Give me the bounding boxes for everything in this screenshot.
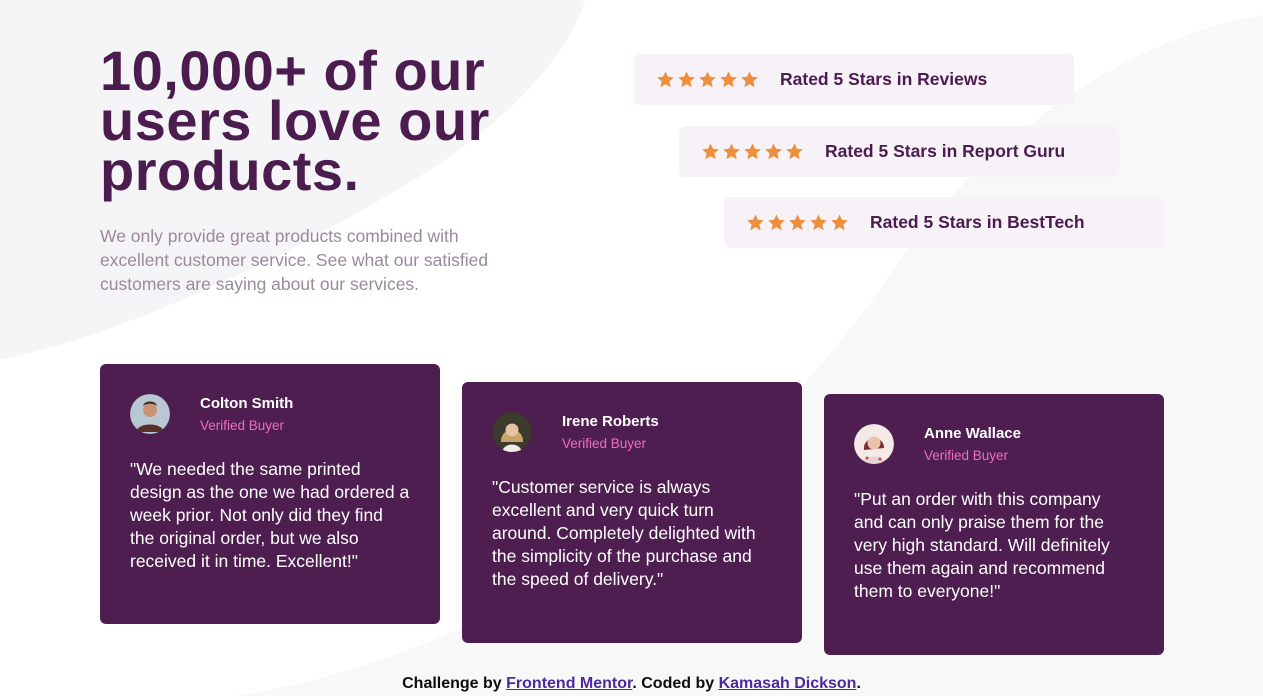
footer-prefix: Challenge by (402, 675, 507, 692)
rating-besttech: Rated 5 Stars in BestTech (724, 197, 1164, 248)
rating-reviews: Rated 5 Stars in Reviews (634, 54, 1074, 105)
star-icon (810, 214, 827, 231)
star-rating (657, 71, 758, 88)
testimonial-card-anne: Anne Wallace Verified Buyer "Put an orde… (824, 394, 1164, 655)
testimonial-quote: "Customer service is always excellent an… (492, 477, 756, 589)
testimonial-card-irene: Irene Roberts Verified Buyer "Customer s… (462, 382, 802, 643)
star-icon (657, 71, 674, 88)
star-icon (720, 71, 737, 88)
rating-report-guru: Rated 5 Stars in Report Guru (679, 126, 1119, 177)
footer-middle: . Coded by (632, 675, 719, 692)
rating-label: Rated 5 Stars in Report Guru (825, 141, 1066, 161)
author-link[interactable]: Kamasah Dickson (719, 675, 857, 692)
star-icon (741, 71, 758, 88)
attribution-footer: Challenge by Frontend Mentor. Coded by K… (0, 675, 1263, 693)
frontend-mentor-link[interactable]: Frontend Mentor (506, 675, 632, 692)
star-icon (678, 71, 695, 88)
star-rating (702, 143, 803, 160)
star-rating (747, 214, 848, 231)
testimonial-card-colton: Colton Smith Verified Buyer "We needed t… (100, 364, 440, 624)
page-title: 10,000+ of our users love our products. (100, 39, 490, 202)
star-icon (702, 143, 719, 160)
avatar-icon (130, 394, 170, 434)
avatar-icon (854, 424, 894, 464)
star-icon (744, 143, 761, 160)
reviewer-name: Irene Roberts (562, 413, 659, 430)
testimonial-quote: "Put an order with this company and can … (854, 489, 1110, 601)
star-icon (789, 214, 806, 231)
hero-description: We only provide great products combined … (100, 226, 489, 294)
rating-label: Rated 5 Stars in BestTech (870, 212, 1085, 232)
reviewer-name: Anne Wallace (924, 425, 1021, 442)
star-icon (765, 143, 782, 160)
star-icon (723, 143, 740, 160)
star-icon (831, 214, 848, 231)
star-icon (786, 143, 803, 160)
star-icon (699, 71, 716, 88)
verified-badge: Verified Buyer (924, 448, 1009, 463)
rating-label: Rated 5 Stars in Reviews (780, 69, 988, 89)
star-icon (747, 214, 764, 231)
footer-suffix: . (856, 675, 861, 692)
verified-badge: Verified Buyer (200, 418, 285, 433)
avatar-icon (492, 412, 532, 452)
verified-badge: Verified Buyer (562, 436, 647, 451)
testimonial-quote: "We needed the same printed design as th… (130, 459, 410, 571)
reviewer-name: Colton Smith (200, 395, 294, 412)
star-icon (768, 214, 785, 231)
